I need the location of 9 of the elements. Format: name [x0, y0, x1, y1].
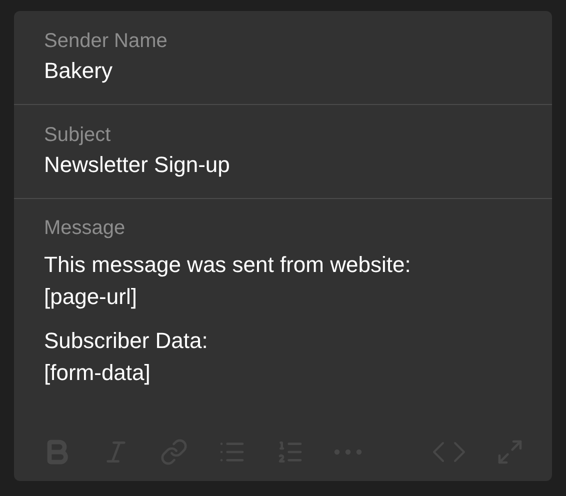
- field-value[interactable]: Bakery: [44, 55, 522, 87]
- message-line: This message was sent from website:: [44, 251, 412, 279]
- message-line: Subscriber Data:: [44, 327, 209, 355]
- field-label: Sender Name: [44, 29, 168, 54]
- field-label: Message: [44, 216, 126, 241]
- message-line: [form-data]: [44, 359, 152, 387]
- field-label: Subject: [44, 123, 112, 148]
- message-line: [page-url]: [44, 283, 138, 311]
- field-value[interactable]: Newsletter Sign-up: [44, 149, 522, 181]
